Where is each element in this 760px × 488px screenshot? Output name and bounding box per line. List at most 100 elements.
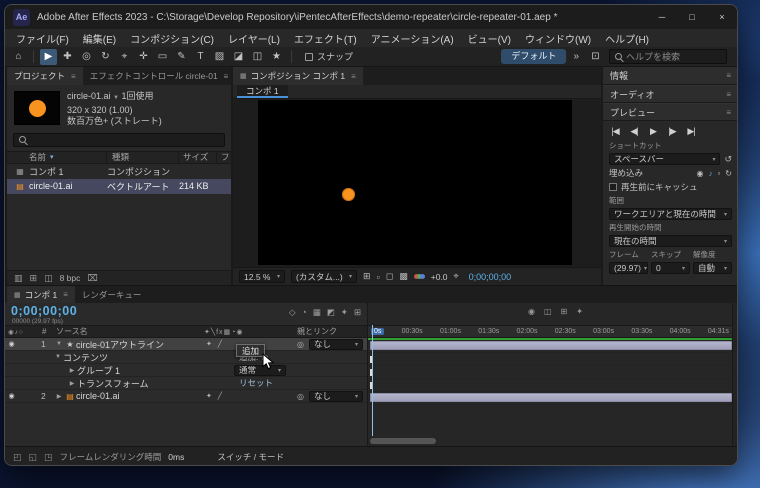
- workspace-default-tab[interactable]: デフォルト: [501, 49, 567, 64]
- tab-render-queue[interactable]: レンダーキュー: [74, 286, 149, 303]
- contents-label[interactable]: コンテンツ: [63, 351, 108, 364]
- project-row-comp[interactable]: ▦ コンポ 1 コンポジション: [7, 164, 231, 179]
- previous-frame-button[interactable]: ◀|: [628, 126, 640, 137]
- frame-blending-icon[interactable]: ◩: [327, 307, 335, 318]
- new-composition-icon[interactable]: ⊞: [30, 273, 38, 284]
- shape-tool-icon[interactable]: ▭: [154, 49, 171, 65]
- menu-help[interactable]: ヘルプ(H): [598, 31, 656, 46]
- skip-dropdown[interactable]: 0: [651, 262, 690, 274]
- column-type[interactable]: 種類: [107, 151, 179, 163]
- hand-tool-icon[interactable]: ✚: [59, 49, 76, 65]
- layer-row-2[interactable]: ◉ 2 ▶ ▤ circle-01.ai ✦ ╱ ◎ なし: [5, 390, 367, 403]
- menu-effect[interactable]: エフェクト(T): [287, 31, 364, 46]
- hide-shy-layers-icon[interactable]: ▦: [313, 307, 321, 318]
- pickwhip-icon[interactable]: ◎: [297, 392, 304, 401]
- magnification-dropdown[interactable]: 12.5 %: [239, 270, 285, 283]
- expander-icon[interactable]: ▼: [54, 341, 64, 347]
- switches-modes-toggle[interactable]: スイッチ / モード: [217, 451, 284, 463]
- eraser-tool-icon[interactable]: ◫: [249, 49, 266, 65]
- composition-canvas[interactable]: [258, 100, 572, 265]
- puppet-tool-icon[interactable]: ★: [268, 49, 285, 65]
- channels-icon[interactable]: [413, 274, 425, 279]
- viewer-tab-comp1[interactable]: コンポ 1: [237, 85, 288, 98]
- close-button[interactable]: ×: [707, 5, 737, 29]
- time-ruler[interactable]: 0s 00:30s 01:00s 01:30s 02:00s 02:30s 03…: [368, 325, 732, 338]
- framerate-dropdown[interactable]: (29.97): [609, 262, 648, 274]
- panel-menu-icon[interactable]: ≡: [224, 72, 229, 81]
- panel-menu-icon[interactable]: ≡: [351, 72, 356, 81]
- region-of-interest-icon[interactable]: ▫: [377, 272, 380, 282]
- tab-timeline-comp1[interactable]: ▦ コンポ 1 ≡: [7, 286, 75, 303]
- brush-tool-icon[interactable]: ▨: [211, 49, 228, 65]
- toggle-panes-icon[interactable]: ◱: [29, 452, 38, 463]
- column-size[interactable]: サイズ: [179, 151, 217, 163]
- current-timecode[interactable]: 0;00;00;00: [11, 304, 77, 318]
- menu-animation[interactable]: アニメーション(A): [364, 31, 461, 46]
- last-frame-button[interactable]: ▶|: [685, 126, 697, 137]
- camera-tool-icon[interactable]: ⌖: [116, 49, 133, 65]
- layer-name[interactable]: circle-01.ai: [76, 391, 120, 401]
- layer-switches-icons[interactable]: ✦ ╱: [206, 340, 224, 348]
- tab-project[interactable]: プロジェクト ≡: [7, 67, 83, 85]
- timeline-horizontal-scrollbar[interactable]: [370, 438, 436, 444]
- contents-row[interactable]: ▼ コンテンツ 追加: ◉: [5, 351, 367, 364]
- menu-composition[interactable]: コンポジション(C): [123, 31, 221, 46]
- group-row[interactable]: ▶ グループ 1 通常: [5, 364, 367, 377]
- preview-timecode[interactable]: 0;00;00;00: [469, 272, 512, 282]
- menu-view[interactable]: ビュー(V): [461, 31, 518, 46]
- workspace-overflow-button[interactable]: »: [573, 51, 579, 62]
- transform-label[interactable]: トランスフォーム: [77, 377, 149, 390]
- snapshot-icon[interactable]: ⌖: [454, 271, 459, 282]
- maximize-button[interactable]: □: [677, 5, 707, 29]
- shortcut-dropdown[interactable]: スペースバー: [609, 153, 721, 165]
- cache-before-playback-checkbox[interactable]: [609, 183, 617, 191]
- draft-3d-icon[interactable]: ◔: [302, 307, 307, 318]
- tab-effect-controls[interactable]: エフェクトコントロール circle-01 ≡: [82, 67, 231, 85]
- resolution-dropdown[interactable]: (カスタム...): [291, 270, 357, 283]
- layer-row-1[interactable]: ◉ 1 ▼ ★ circle-01アウトライン ✦ ╱ ◎ なし: [5, 338, 367, 351]
- panel-menu-icon[interactable]: ≡: [726, 90, 731, 99]
- stamp-tool-icon[interactable]: ◪: [230, 49, 247, 65]
- composition-viewer[interactable]: [233, 99, 601, 267]
- menu-layer[interactable]: レイヤー(L): [221, 31, 287, 46]
- grid-options-icon[interactable]: ⊞: [363, 271, 371, 282]
- eye-icon[interactable]: ◉: [5, 392, 18, 400]
- expander-icon[interactable]: ▶: [54, 393, 64, 400]
- play-from-dropdown[interactable]: 現在の時間: [609, 235, 732, 247]
- project-search-input[interactable]: [13, 132, 225, 147]
- minimize-button[interactable]: ─: [647, 5, 677, 29]
- project-row-footage[interactable]: ▤ circle-01.ai ベクトルアート 214 KB: [7, 178, 231, 194]
- layer-switches-icons[interactable]: ✦ ╱: [206, 392, 224, 400]
- parent-dropdown[interactable]: なし: [309, 338, 363, 350]
- column-source-name[interactable]: ソース名: [56, 326, 204, 337]
- tab-composition[interactable]: ▦ コンポジション コンポ 1 ≡: [233, 67, 363, 85]
- play-button[interactable]: ▶: [647, 126, 659, 137]
- panel-menu-icon[interactable]: ≡: [63, 290, 68, 299]
- include-audio-speaker-icon[interactable]: ♪: [708, 169, 712, 178]
- loop-icon[interactable]: ↻: [725, 169, 732, 178]
- panel-menu-icon[interactable]: ≡: [71, 72, 76, 81]
- bit-depth-button[interactable]: 8 bpc: [60, 273, 81, 283]
- timeline-right-pane[interactable]: ◉ ◫ ⊞ ✦ 0s 00:30s 01:00s 01:30s 02:00s 0…: [368, 303, 732, 446]
- info-panel-header[interactable]: 情報 ≡: [603, 67, 737, 85]
- workspace-panel-icon[interactable]: ⊡: [587, 49, 604, 65]
- snap-toggle[interactable]: スナップ: [305, 50, 353, 63]
- transform-row[interactable]: ▶ トランスフォーム リセット: [5, 377, 367, 390]
- comp-marker-icon[interactable]: ◉: [528, 307, 535, 316]
- trash-icon[interactable]: ⌧: [87, 273, 97, 284]
- orbit-tool-icon[interactable]: ↻: [97, 49, 114, 65]
- folder-icon[interactable]: ▥: [14, 273, 23, 284]
- range-dropdown[interactable]: ワークエリアと現在の時間: [609, 208, 732, 220]
- playhead[interactable]: [372, 325, 373, 436]
- resolution-preview-dropdown[interactable]: 自動: [693, 262, 732, 274]
- menu-file[interactable]: ファイル(F): [9, 31, 76, 46]
- blend-mode-dropdown[interactable]: 通常: [234, 364, 286, 376]
- audio-panel-header[interactable]: オーディオ ≡: [603, 85, 737, 103]
- preview-panel-header[interactable]: プレビュー ≡: [603, 103, 737, 121]
- mask-visibility-icon[interactable]: ◻: [386, 271, 393, 282]
- menu-window[interactable]: ウィンドウ(W): [518, 31, 598, 46]
- column-name[interactable]: 名前: [7, 151, 107, 163]
- reset-link[interactable]: リセット: [239, 377, 273, 389]
- caret-down-icon[interactable]: ▼: [113, 95, 119, 101]
- type-tool-icon[interactable]: T: [192, 49, 209, 65]
